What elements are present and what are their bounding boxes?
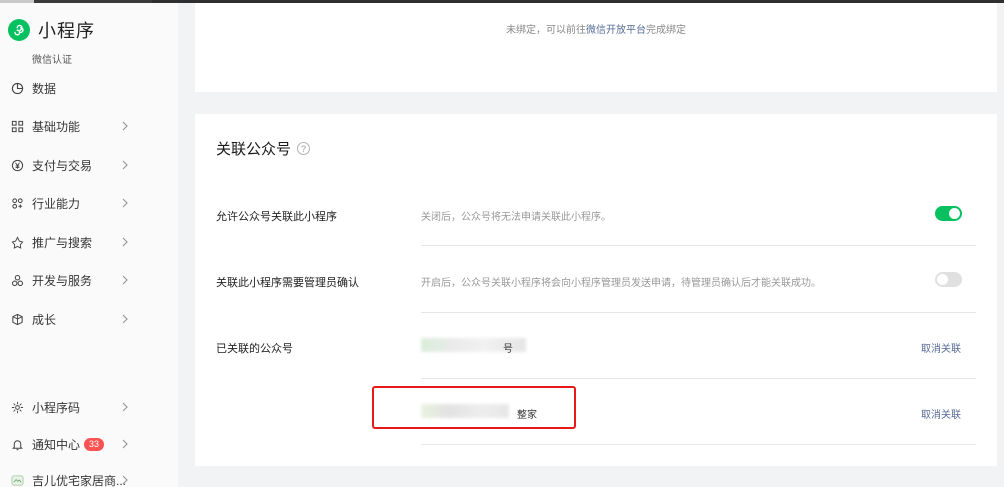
bell-icon xyxy=(10,437,24,451)
section-title: 关联公众号 ? xyxy=(216,138,311,159)
yen-circle-icon xyxy=(10,158,24,172)
notification-count-badge: 33 xyxy=(84,437,105,451)
sidebar-item-label: 行业能力 xyxy=(32,196,81,211)
toggle-knob xyxy=(949,208,960,219)
setting-desc-admin-confirm: 开启后，公众号关联小程序将会向小程序管理员发送申请，待管理员确认后才能关联成功。 xyxy=(421,278,821,289)
chevron-right-icon xyxy=(120,438,132,450)
row-divider xyxy=(421,245,976,246)
sidebar-item-promotion[interactable]: 推广与搜索 xyxy=(10,231,132,253)
sidebar: 小程序 微信认证 数据 基础功能 支付与交易 行业能力 推广与搜索 开发与服务 … xyxy=(0,3,178,487)
develop-icon xyxy=(10,273,24,287)
unbound-text: 未绑定，可以前往 xyxy=(506,25,586,36)
row-divider xyxy=(421,378,976,379)
sidebar-item-label: 吉儿优宅家居商... xyxy=(32,473,127,487)
linked-accounts-label: 已关联的公众号 xyxy=(216,343,293,355)
sidebar-item-development[interactable]: 开发与服务 xyxy=(10,269,132,291)
pie-chart-icon xyxy=(10,81,24,95)
scrollbar-track[interactable] xyxy=(997,3,1004,487)
industry-icon xyxy=(10,196,24,210)
unlink-button[interactable]: 取消关联 xyxy=(921,406,961,421)
sidebar-item-basic-functions[interactable]: 基础功能 xyxy=(10,115,132,137)
promote-icon xyxy=(10,235,24,249)
sidebar-item-label: 通知中心 xyxy=(32,437,81,452)
red-highlight-box xyxy=(372,386,576,429)
allow-link-toggle[interactable] xyxy=(935,206,962,221)
help-icon[interactable]: ? xyxy=(297,142,311,155)
chevron-right-icon xyxy=(120,313,132,325)
unbound-notice: 未绑定，可以前往微信开放平台完成绑定 xyxy=(195,21,997,36)
brand[interactable]: 小程序 xyxy=(8,17,95,43)
unlink-button[interactable]: 取消关联 xyxy=(921,340,961,355)
setting-desc-allow-link: 关闭后，公众号将无法申请关联此小程序。 xyxy=(421,212,611,223)
sidebar-item-label: 基础功能 xyxy=(32,119,81,134)
sidebar-item-data[interactable]: 数据 xyxy=(10,77,132,99)
section-title-text: 关联公众号 xyxy=(216,141,292,158)
linked-official-accounts-card: 关联公众号 ? 允许公众号关联此小程序 关闭后，公众号将无法申请关联此小程序。 … xyxy=(195,114,997,466)
sidebar-item-growth[interactable]: 成长 xyxy=(10,308,132,330)
toggle-knob xyxy=(937,274,948,285)
growth-icon xyxy=(10,312,24,326)
grid-icon xyxy=(10,119,24,133)
verification-status: 微信认证 xyxy=(32,55,72,66)
setting-label-allow-link: 允许公众号关联此小程序 xyxy=(216,211,337,223)
chevron-right-icon xyxy=(120,159,132,171)
sidebar-item-industry[interactable]: 行业能力 xyxy=(10,192,132,214)
chevron-right-icon xyxy=(120,236,132,248)
sidebar-item-payment[interactable]: 支付与交易 xyxy=(10,154,132,176)
sidebar-item-notifications[interactable]: 通知中心 33 xyxy=(10,433,132,455)
sidebar-item-label: 小程序码 xyxy=(32,400,81,415)
open-platform-link[interactable]: 微信开放平台 xyxy=(586,25,646,36)
setting-label-admin-confirm: 关联此小程序需要管理员确认 xyxy=(216,277,359,289)
row-divider xyxy=(421,312,976,313)
sidebar-item-label: 成长 xyxy=(32,312,57,327)
sidebar-item-label: 开发与服务 xyxy=(32,273,93,288)
sidebar-item-label: 支付与交易 xyxy=(32,158,93,173)
sidebar-item-label: 数据 xyxy=(32,81,57,96)
sidebar-item-account[interactable]: 吉儿优宅家居商... xyxy=(10,469,132,487)
chevron-right-icon xyxy=(120,120,132,132)
admin-confirm-toggle[interactable] xyxy=(935,272,962,287)
chevron-right-icon xyxy=(120,274,132,286)
brand-title: 小程序 xyxy=(38,21,95,41)
row-divider xyxy=(421,444,976,445)
chevron-right-icon xyxy=(120,401,132,413)
linked-account-name: 号 xyxy=(503,344,513,355)
account-avatar-icon xyxy=(10,473,24,487)
sidebar-item-label: 推广与搜索 xyxy=(32,235,93,250)
chevron-right-icon xyxy=(120,197,132,209)
mini-code-icon xyxy=(10,400,24,414)
open-platform-card: 未绑定，可以前往微信开放平台完成绑定 xyxy=(195,3,997,92)
sidebar-item-mini-code[interactable]: 小程序码 xyxy=(10,396,132,418)
mini-program-logo-icon xyxy=(8,19,30,41)
chevron-right-icon xyxy=(120,474,132,486)
unbound-text-suffix: 完成绑定 xyxy=(646,25,686,36)
